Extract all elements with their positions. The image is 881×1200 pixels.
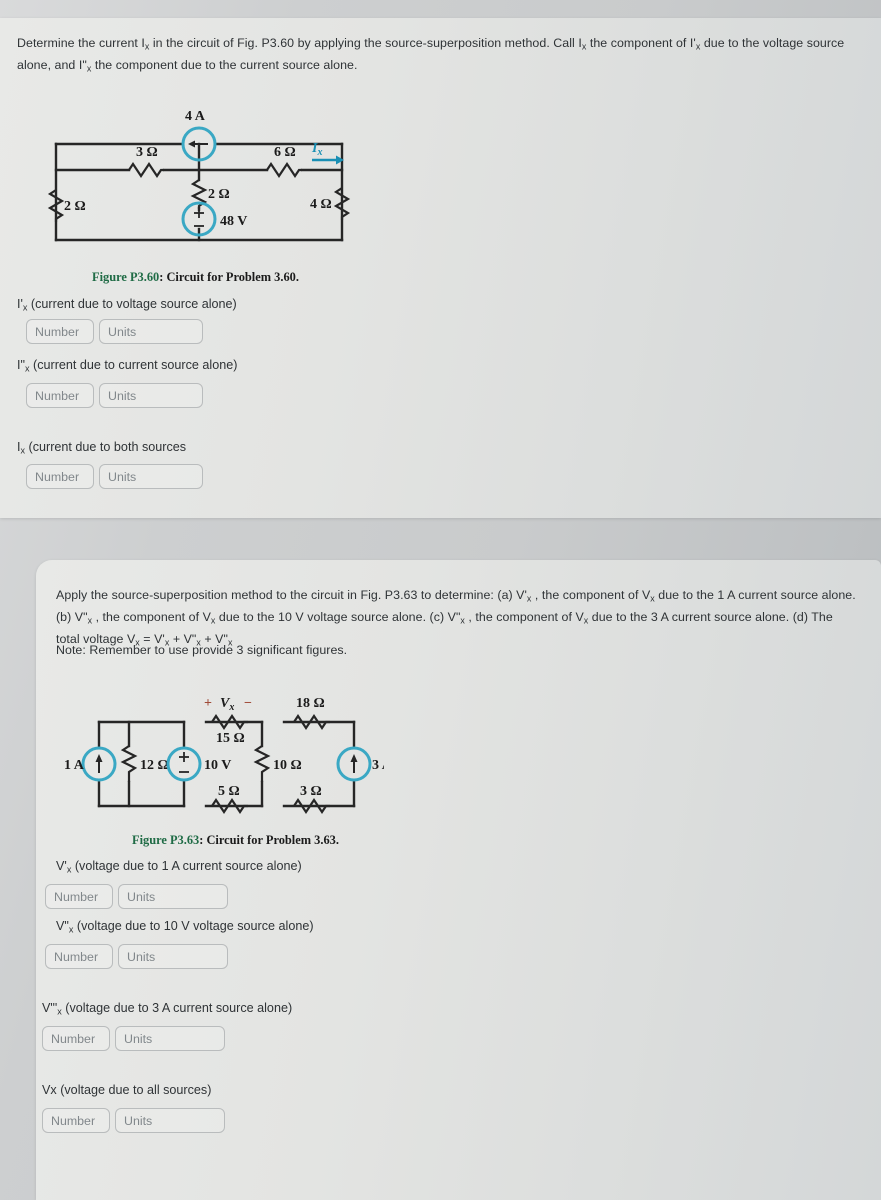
answer-row-vx-dprime: Number Units bbox=[45, 944, 228, 969]
answer-row-vx-prime: Number Units bbox=[45, 884, 228, 909]
svg-text:18 Ω: 18 Ω bbox=[296, 696, 325, 711]
figure-caption-rest-2: : Circuit for Problem 3.63. bbox=[199, 833, 339, 847]
voltage-source-10v: 10 V bbox=[166, 746, 231, 782]
units-input-vx-dprime[interactable]: Units bbox=[118, 944, 228, 969]
units-input-ix-total[interactable]: Units bbox=[99, 464, 203, 489]
number-input-vx-total[interactable]: Number bbox=[42, 1108, 110, 1133]
resistor-3ohm-bottom: 3 Ω bbox=[293, 784, 330, 814]
svg-text:+: + bbox=[204, 696, 212, 711]
svg-text:10 Ω: 10 Ω bbox=[273, 758, 302, 773]
problem-1-prompt: Determine the current Ix in the circuit … bbox=[17, 36, 845, 74]
number-input-ix-total[interactable]: Number bbox=[26, 464, 94, 489]
answer-row-ix-total: Number Units bbox=[26, 464, 203, 489]
svg-text:12 Ω: 12 Ω bbox=[140, 758, 169, 773]
number-input-vx-tprime[interactable]: Number bbox=[42, 1026, 110, 1051]
svg-text:2 Ω: 2 Ω bbox=[208, 187, 230, 202]
svg-text:3 Ω: 3 Ω bbox=[300, 784, 322, 799]
resistor-18ohm: 18 Ω bbox=[293, 696, 330, 730]
circuit-diagram-p3-60: 3 Ω 6 Ω 2 Ω 2 Ω 4 Ω 4 A 48 V Ix bbox=[24, 98, 374, 258]
svg-text:3 Ω: 3 Ω bbox=[136, 145, 158, 160]
svg-text:3 A: 3 A bbox=[372, 758, 384, 773]
svg-text:15 Ω: 15 Ω bbox=[216, 731, 245, 746]
figure-number-2: Figure P3.63 bbox=[132, 833, 200, 847]
answer-row-vx-tprime: Number Units bbox=[42, 1026, 225, 1051]
svg-text:−: − bbox=[244, 696, 252, 711]
resistor-3ohm: 3 Ω bbox=[128, 145, 164, 178]
answer-label-vx-total: Vx (voltage due to all sources) bbox=[42, 1083, 212, 1097]
svg-text:6 Ω: 6 Ω bbox=[274, 145, 296, 160]
figure-caption-p3-63: Figure P3.63: Circuit for Problem 3.63. bbox=[132, 833, 339, 848]
resistor-10ohm: 10 Ω bbox=[253, 745, 302, 782]
svg-text:48 V: 48 V bbox=[220, 214, 247, 229]
number-input-vx-dprime[interactable]: Number bbox=[45, 944, 113, 969]
answer-label-vx-prime: V'x (voltage due to 1 A current source a… bbox=[56, 859, 302, 875]
answer-label-vx-dprime: V"x (voltage due to 10 V voltage source … bbox=[56, 919, 314, 935]
svg-text:10 V: 10 V bbox=[204, 758, 231, 773]
current-source-3a: 3 A bbox=[336, 746, 384, 782]
answer-row-ix-dprime: Number Units bbox=[26, 383, 203, 408]
svg-text:5 Ω: 5 Ω bbox=[218, 784, 240, 799]
svg-text:2 Ω: 2 Ω bbox=[64, 199, 86, 214]
answer-label-ix-prime: I'x (current due to voltage source alone… bbox=[17, 297, 237, 313]
answer-label-ix-dprime: I"x (current due to current source alone… bbox=[17, 358, 238, 374]
units-input-vx-tprime[interactable]: Units bbox=[115, 1026, 225, 1051]
units-input-vx-total[interactable]: Units bbox=[115, 1108, 225, 1133]
svg-text:4 Ω: 4 Ω bbox=[310, 197, 332, 212]
figure-caption-p3-60: Figure P3.60: Circuit for Problem 3.60. bbox=[92, 270, 299, 285]
voltage-label-vx: + Vx − bbox=[204, 696, 252, 713]
answer-label-ix-total: Ix (current due to both sources bbox=[17, 440, 187, 456]
figure-number-1: Figure P3.60 bbox=[92, 270, 160, 284]
svg-text:Vx: Vx bbox=[220, 696, 234, 713]
resistor-2ohm-center: 2 Ω bbox=[190, 179, 230, 209]
resistor-5ohm: 5 Ω bbox=[211, 784, 248, 814]
number-input-ix-dprime[interactable]: Number bbox=[26, 383, 94, 408]
figure-caption-rest-1: : Circuit for Problem 3.60. bbox=[159, 270, 299, 284]
problem-2-note: Note: Remember to use provide 3 signific… bbox=[56, 643, 348, 657]
number-input-ix-prime[interactable]: Number bbox=[26, 319, 94, 344]
answer-label-vx-tprime: V"'x (voltage due to 3 A current source … bbox=[42, 1001, 293, 1017]
svg-text:4 A: 4 A bbox=[185, 109, 206, 124]
units-input-vx-prime[interactable]: Units bbox=[118, 884, 228, 909]
resistor-12ohm: 12 Ω bbox=[120, 745, 169, 782]
resistor-15ohm: 15 Ω bbox=[211, 714, 248, 746]
svg-text:1 A: 1 A bbox=[64, 758, 85, 773]
units-input-ix-prime[interactable]: Units bbox=[99, 319, 203, 344]
units-input-ix-dprime[interactable]: Units bbox=[99, 383, 203, 408]
answer-row-vx-total: Number Units bbox=[42, 1108, 225, 1133]
number-input-vx-prime[interactable]: Number bbox=[45, 884, 113, 909]
resistor-6ohm: 6 Ω bbox=[266, 145, 302, 178]
answer-row-ix-prime: Number Units bbox=[26, 319, 203, 344]
voltage-source-48v: 48 V bbox=[181, 201, 247, 237]
circuit-diagram-p3-63: 1 A 12 Ω 10 V 15 Ω + Vx − 18 Ω 10 Ω 3 A bbox=[44, 694, 384, 824]
current-source-1a: 1 A bbox=[64, 746, 117, 782]
